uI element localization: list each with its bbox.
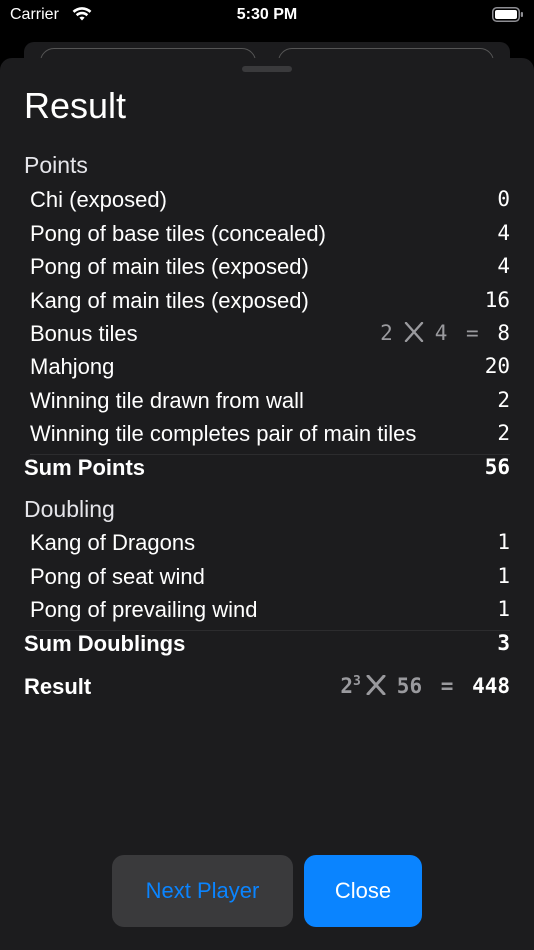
points-row: Pong of base tiles (concealed) 4 [30, 219, 510, 249]
status-time: 5:30 PM [236, 6, 298, 23]
sum-points-value: 56 [484, 455, 510, 479]
result-label: Result [24, 674, 92, 699]
points-row-label: Pong of main tiles (exposed) [30, 254, 309, 279]
doubling-row-label: Pong of seat wind [30, 564, 205, 589]
status-bar: Carrier 5:30 PM [0, 0, 534, 32]
points-row-value: 8 [497, 321, 510, 345]
result-base: 2 [340, 674, 353, 698]
points-row: Chi (exposed) 0 [30, 185, 510, 215]
bonus-calculation: 2 4 = 8 [380, 321, 510, 345]
page-title: Result [24, 85, 127, 126]
doubling-row-label: Pong of prevailing wind [30, 597, 258, 622]
result-sheet: Result Points Chi (exposed) 0 Pong of ba… [0, 58, 534, 950]
points-row: Pong of main tiles (exposed) 4 [30, 252, 510, 282]
result-calculation: 23 56 = 448 [340, 674, 510, 698]
equals-sign: = [440, 674, 454, 698]
doubling-row-value: 1 [497, 564, 510, 588]
result-points: 56 [396, 674, 423, 698]
bonus-each: 4 [434, 321, 448, 345]
doubling-row: Kang of Dragons 1 [30, 528, 510, 558]
battery-icon [492, 7, 523, 22]
points-row: Winning tile completes pair of main tile… [30, 419, 510, 449]
sum-doublings-value: 3 [497, 631, 510, 655]
doubling-row: Pong of prevailing wind 1 [30, 595, 510, 625]
points-row: Kang of main tiles (exposed) 16 [30, 286, 510, 316]
doubling-row-value: 1 [497, 597, 510, 621]
points-row-label: Chi (exposed) [30, 187, 167, 212]
result-row: Result 23 56 = 448 [24, 672, 510, 702]
points-row-label: Winning tile drawn from wall [30, 388, 304, 413]
sum-doublings-label: Sum Doublings [24, 631, 186, 656]
multiply-icon [404, 322, 423, 342]
points-row-value: 4 [497, 254, 510, 278]
points-row-label: Winning tile completes pair of main tile… [30, 421, 417, 446]
next-player-button[interactable]: Next Player [112, 855, 293, 927]
sum-points-label: Sum Points [24, 455, 146, 480]
sum-points-row: Sum Points 56 [24, 453, 510, 483]
close-button[interactable]: Close [304, 855, 422, 927]
points-heading: Points [24, 152, 88, 178]
doubling-row: Pong of seat wind 1 [30, 562, 510, 592]
points-row-label: Kang of main tiles (exposed) [30, 288, 309, 313]
points-row-value: 2 [497, 421, 510, 445]
points-row: Winning tile drawn from wall 2 [30, 386, 510, 416]
points-row-bonus: Bonus tiles 2 4 = 8 [30, 319, 510, 349]
points-row-value: 2 [497, 388, 510, 412]
multiply-icon [366, 675, 386, 695]
points-row-value: 4 [497, 221, 510, 245]
sheet-grabber[interactable] [242, 66, 292, 72]
sum-doublings-row: Sum Doublings 3 [24, 629, 510, 659]
doubling-heading: Doubling [24, 496, 115, 522]
points-row-value: 0 [497, 187, 510, 211]
points-row-value: 20 [484, 354, 510, 378]
points-row-label: Pong of base tiles (concealed) [30, 221, 326, 246]
bonus-count: 2 [380, 321, 393, 345]
result-value: 448 [472, 674, 510, 698]
doubling-row-value: 1 [497, 530, 510, 554]
points-row: Mahjong 20 [30, 352, 510, 382]
points-row-value: 16 [484, 288, 510, 312]
points-row-label: Mahjong [30, 354, 115, 379]
equals-sign: = [466, 321, 479, 345]
doubling-row-label: Kang of Dragons [30, 530, 196, 555]
points-row-label: Bonus tiles [30, 321, 138, 346]
result-exponent: 3 [352, 674, 361, 689]
